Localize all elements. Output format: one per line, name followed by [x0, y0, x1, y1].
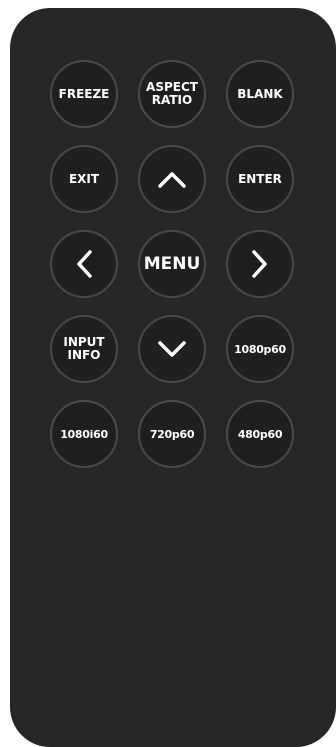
freeze-label: FREEZE	[58, 86, 110, 101]
resolution-480p60-button[interactable]: 480p60	[226, 400, 294, 468]
left-button[interactable]	[50, 230, 118, 298]
blank-button[interactable]: BLANK	[226, 60, 294, 128]
aspect-ratio-button[interactable]: ASPECT RATIO	[138, 60, 206, 128]
up-button[interactable]	[138, 145, 206, 213]
exit-button[interactable]: EXIT	[50, 145, 118, 213]
menu-button[interactable]: MENU	[138, 230, 206, 298]
left-arrow-icon	[74, 249, 94, 279]
input-info-button[interactable]: INPUT INFO	[50, 315, 118, 383]
freeze-button[interactable]: FREEZE	[50, 60, 118, 128]
aspect-ratio-label: ASPECT RATIO	[146, 80, 198, 107]
enter-button[interactable]: ENTER	[226, 145, 294, 213]
resolution-720p60-label: 720p60	[149, 427, 195, 441]
resolution-720p60-button[interactable]: 720p60	[138, 400, 206, 468]
down-button[interactable]	[138, 315, 206, 383]
resolution-1080i60-label: 1080i60	[60, 427, 108, 441]
input-info-label: INPUT INFO	[63, 335, 105, 362]
right-button[interactable]	[226, 230, 294, 298]
down-arrow-icon	[157, 339, 187, 359]
up-arrow-icon	[157, 169, 187, 189]
enter-label: ENTER	[238, 171, 282, 186]
exit-label: EXIT	[68, 171, 100, 186]
menu-label: MENU	[143, 254, 201, 274]
blank-label: BLANK	[237, 86, 283, 101]
resolution-1080p60-label: 1080p60	[234, 342, 286, 356]
right-arrow-icon	[250, 249, 270, 279]
remote-control-body: FREEZE ASPECT RATIO BLANK EXIT ENTER MEN…	[10, 8, 336, 747]
resolution-1080i60-button[interactable]: 1080i60	[50, 400, 118, 468]
resolution-480p60-label: 480p60	[237, 427, 283, 441]
resolution-1080p60-button[interactable]: 1080p60	[226, 315, 294, 383]
